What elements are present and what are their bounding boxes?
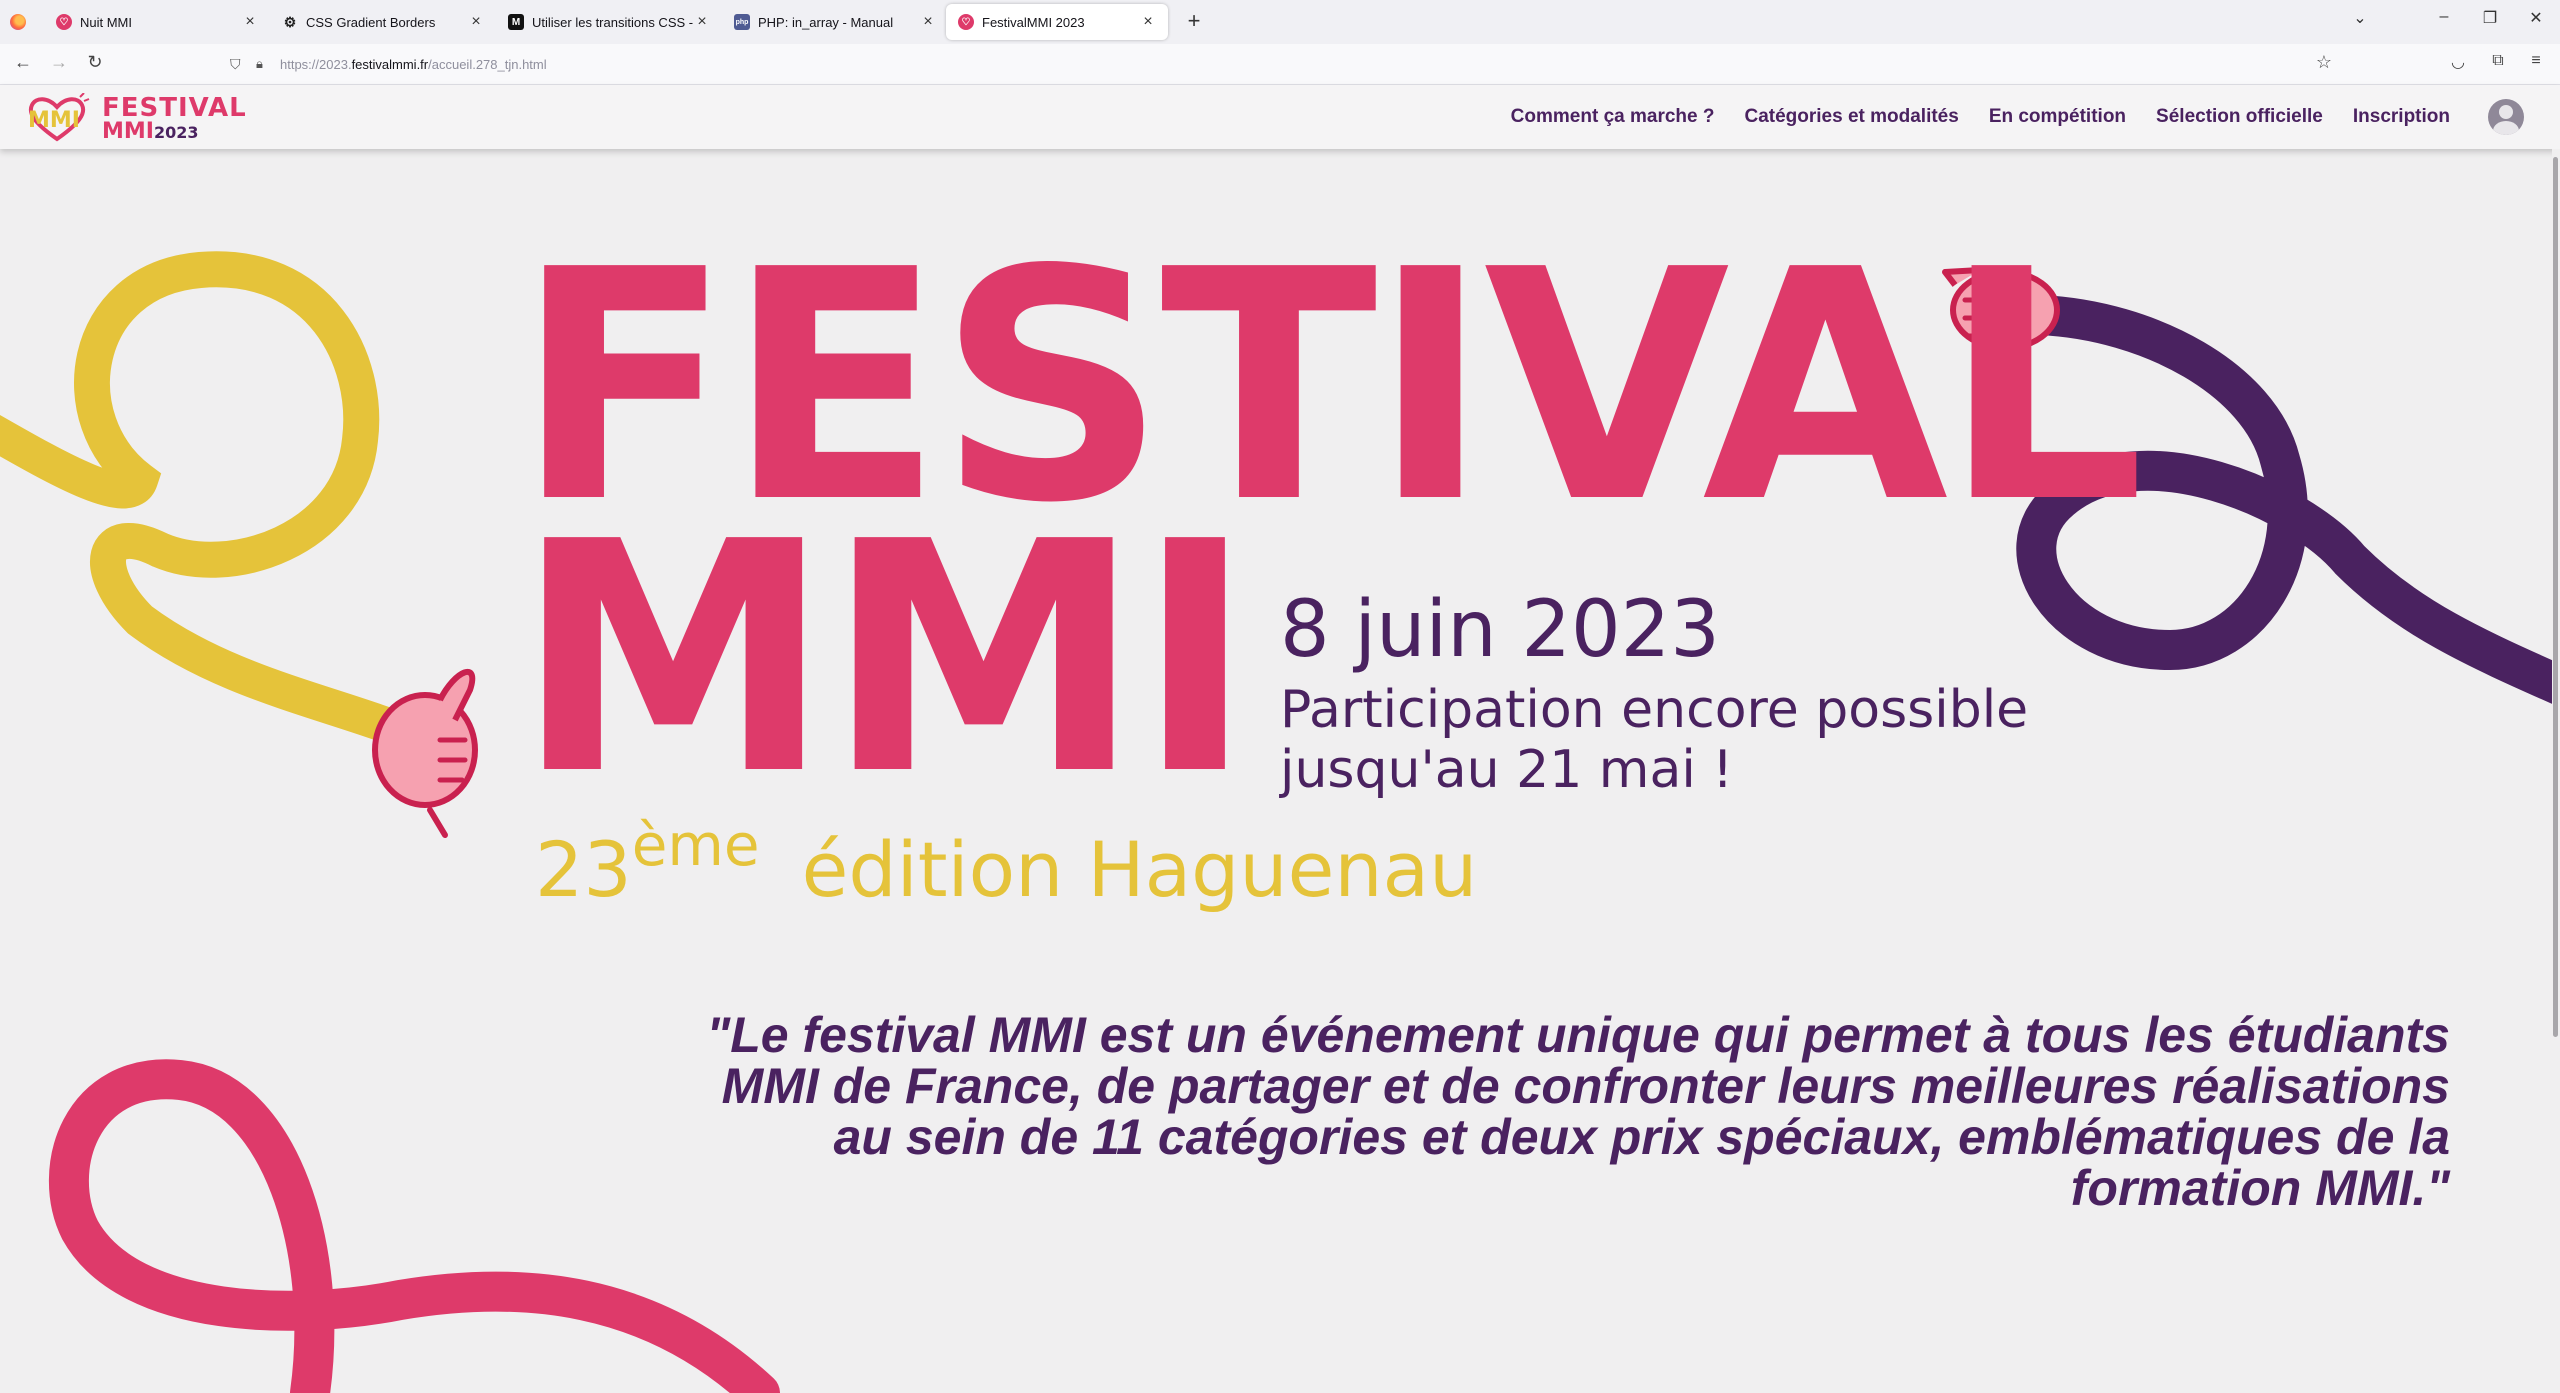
festival-icon: ♡	[958, 14, 974, 30]
url-text[interactable]: https://2023.festivalmmi.fr/accueil.278_…	[280, 57, 547, 72]
firefox-icon[interactable]	[10, 14, 26, 30]
url-path: /accueil.278_tjn.html	[428, 56, 547, 72]
close-window-button[interactable]: ✕	[2516, 8, 2556, 28]
svg-text:MMI: MMI	[28, 108, 80, 133]
menu-selection-officielle[interactable]: Sélection officielle	[2156, 106, 2323, 128]
shield-icon[interactable]: ⛉	[230, 56, 246, 72]
pocket-icon[interactable]: ◡	[2444, 52, 2472, 72]
menu-hamburger-icon[interactable]: ≡	[2522, 52, 2550, 70]
logo-text-mmi: MMI2023	[102, 119, 199, 144]
browser-tab[interactable]: ♡ Nuit MMI ×	[44, 4, 270, 40]
logo-mmi: MMI	[102, 119, 154, 144]
extensions-icon[interactable]: ⧉	[2484, 52, 2512, 70]
pink-hand-thumb-icon	[372, 668, 478, 838]
url-prefix: https://2023.	[280, 56, 352, 72]
menu-comment-ca-marche[interactable]: Comment ça marche ?	[1511, 106, 1715, 128]
tab-list-chevron-icon[interactable]: ⌄	[2340, 8, 2380, 28]
close-icon[interactable]: ×	[694, 13, 710, 31]
close-icon[interactable]: ×	[242, 13, 258, 31]
back-arrow-icon[interactable]: ←	[10, 52, 36, 73]
festival-icon: ♡	[56, 14, 72, 30]
participation-line-1: Participation encore possible	[1280, 680, 2029, 740]
edition-label: 23ème édition Haguenau	[535, 811, 1478, 914]
tab-title: FestivalMMI 2023	[982, 14, 1085, 30]
forward-arrow-icon[interactable]: →	[46, 52, 72, 73]
edition-place: édition Haguenau	[801, 825, 1478, 914]
edition-number: 23	[535, 825, 632, 914]
php-icon: php	[734, 14, 750, 30]
mdn-icon: M	[508, 14, 524, 30]
edition-suffix: ème	[631, 811, 760, 879]
menu-inscription[interactable]: Inscription	[2353, 106, 2450, 128]
site-header: MMI FESTIVAL MMI2023 Comment ça marche ?…	[0, 85, 2560, 149]
lock-icon[interactable]: 🔒︎	[256, 56, 272, 72]
browser-tab[interactable]: ⚙ CSS Gradient Borders ×	[270, 4, 496, 40]
close-icon[interactable]: ×	[1140, 13, 1156, 31]
pink-ribbon	[48, 1059, 780, 1393]
site-logo[interactable]: MMI FESTIVAL MMI2023	[24, 89, 274, 145]
scrollbar-thumb[interactable]	[2553, 157, 2558, 1037]
tab-title: Utiliser les transitions CSS - CSS	[532, 14, 694, 30]
url-domain: festivalmmi.fr	[351, 56, 429, 72]
browser-nav-bar: ← → ↻ ⛉ 🔒︎ https://2023.festivalmmi.fr/a…	[0, 44, 2560, 85]
reload-icon[interactable]: ↻	[82, 52, 108, 73]
yellow-ribbon	[0, 251, 418, 748]
close-icon[interactable]: ×	[920, 13, 936, 31]
close-icon[interactable]: ×	[468, 13, 484, 31]
browser-tab-bar: ♡ Nuit MMI × ⚙ CSS Gradient Borders × M …	[0, 0, 2560, 45]
new-tab-button[interactable]: +	[1180, 8, 1208, 34]
logo-year: 2023	[153, 123, 199, 142]
event-date: 8 juin 2023	[1280, 585, 1720, 675]
browser-tab[interactable]: php PHP: in_array - Manual ×	[722, 4, 948, 40]
bookmark-star-icon[interactable]: ☆	[2316, 52, 2332, 73]
menu-en-competition[interactable]: En compétition	[1989, 106, 2126, 128]
tab-title: CSS Gradient Borders	[306, 14, 436, 30]
logo-heart-icon: MMI	[28, 93, 90, 142]
tab-title: Nuit MMI	[80, 14, 132, 30]
festival-quote: "Le festival MMI est un événement unique…	[706, 1007, 2450, 1216]
browser-tab-active[interactable]: ♡ FestivalMMI 2023 ×	[946, 4, 1168, 40]
browser-tab[interactable]: M Utiliser les transitions CSS - CSS ×	[496, 4, 722, 40]
page-scrollbar[interactable]	[2552, 149, 2560, 1393]
main-menu: Comment ça marche ? Catégories et modali…	[1511, 85, 2450, 149]
address-bar[interactable]: ⛉ 🔒︎ https://2023.festivalmmi.fr/accueil…	[230, 48, 2330, 80]
tab-title: PHP: in_array - Manual	[758, 14, 894, 30]
minimize-button[interactable]: –	[2424, 8, 2464, 26]
participation-line-2: jusqu'au 21 mai !	[1280, 740, 1734, 800]
menu-categories[interactable]: Catégories et modalités	[1744, 106, 1958, 128]
hero-title-mmi: MMI	[515, 474, 1254, 844]
gear-icon: ⚙	[283, 13, 297, 30]
restore-button[interactable]: ❐	[2470, 8, 2510, 28]
user-avatar-icon[interactable]	[2488, 99, 2524, 135]
